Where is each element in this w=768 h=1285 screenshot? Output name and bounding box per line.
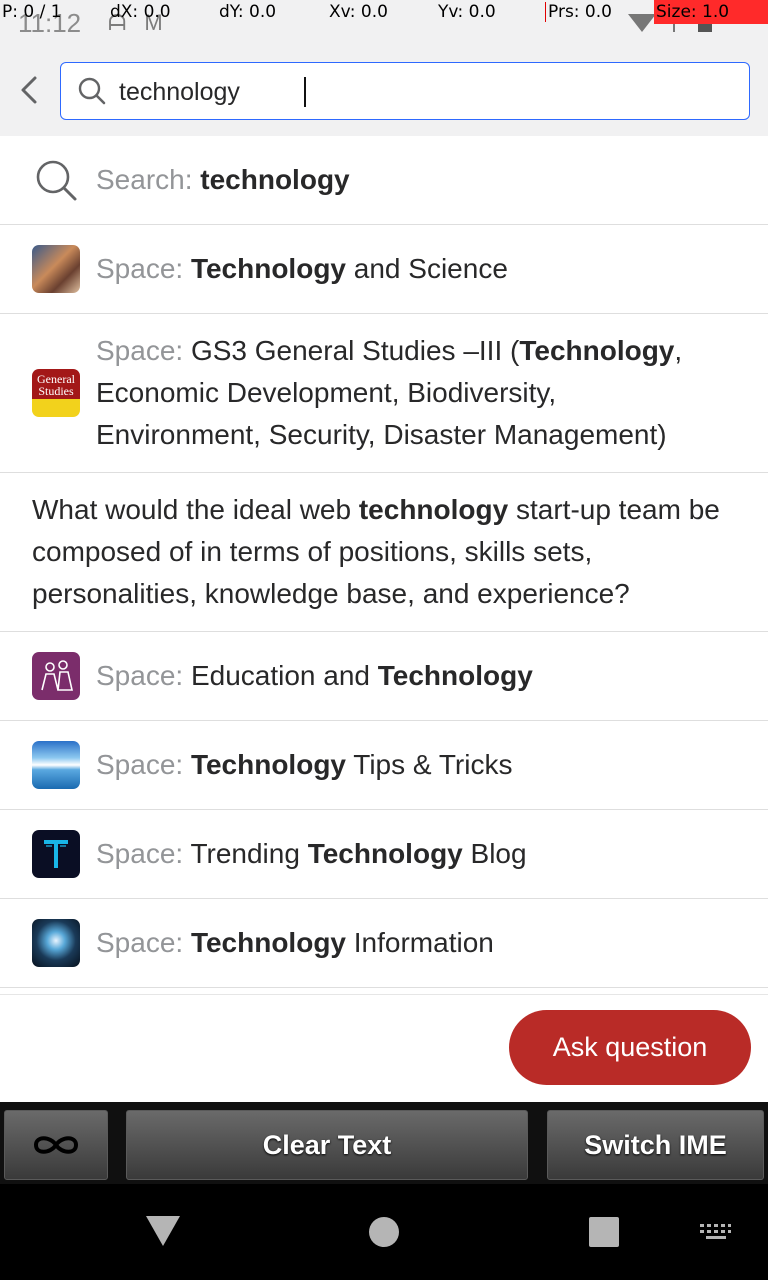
result-text: Space: Technology Tips & Tricks <box>96 744 728 786</box>
overlay-dy: dY: 0.0 <box>219 2 277 22</box>
keyboard-toolbar: Clear Text Switch IME <box>0 1102 768 1184</box>
result-highlight: technology <box>200 164 350 195</box>
result-text: Space: GS3 General Studies –III (Technol… <box>96 330 728 456</box>
result-highlight: Technology <box>519 335 675 366</box>
overlay-size: Size: 1.0 <box>654 0 768 24</box>
result-space-technology-information[interactable]: Space: Technology Information <box>0 899 768 988</box>
result-highlight: Technology <box>190 253 346 284</box>
search-header <box>0 40 768 136</box>
result-text: Space: Technology and Science <box>96 248 728 290</box>
result-prefix: Space: <box>96 838 191 869</box>
result-text: Search: technology <box>96 159 728 201</box>
result-space-trending-blog[interactable]: Space: Trending Technology Blog <box>0 810 768 899</box>
result-part: Trending <box>190 838 308 869</box>
result-prefix: Search: <box>96 164 201 195</box>
divider <box>0 994 768 995</box>
result-text: Space: Trending Technology Blog <box>96 833 728 875</box>
text-caret <box>304 77 306 107</box>
pointer-overlay: P: 0 / 1 dX: 0.0 dY: 0.0 Xv: 0.0 Yv: 0.0… <box>0 0 768 26</box>
question-text: What would the ideal web technology star… <box>32 489 728 615</box>
result-rest: and Science <box>346 253 508 284</box>
back-button[interactable] <box>14 74 46 106</box>
result-space-technology-science[interactable]: Space: Technology and Science <box>0 225 768 314</box>
result-rest: Information <box>346 927 494 958</box>
space-avatar-icon <box>32 245 80 293</box>
result-search-query[interactable]: Search: technology <box>0 136 768 225</box>
overlay-p: P: 0 / 1 <box>2 2 62 22</box>
result-highlight: Technology <box>190 749 346 780</box>
results-list: Search: technology Space: Technology and… <box>0 136 768 988</box>
infinity-button[interactable] <box>4 1110 108 1180</box>
result-highlight: technology <box>358 494 509 525</box>
clear-text-button[interactable]: Clear Text <box>126 1110 528 1180</box>
search-icon <box>36 160 77 201</box>
result-highlight: Technology <box>190 927 346 958</box>
switch-ime-button[interactable]: Switch IME <box>547 1110 764 1180</box>
navigation-bar <box>0 1184 768 1280</box>
result-space-tips-tricks[interactable]: Space: Technology Tips & Tricks <box>0 721 768 810</box>
result-part: GS3 General Studies –III ( <box>190 335 520 366</box>
tech-image-icon <box>32 919 80 967</box>
overlay-prs: Prs: 0.0 <box>545 2 612 22</box>
result-highlight: Technology <box>377 660 533 691</box>
result-space-education-technology[interactable]: Space: Education and Technology <box>0 632 768 721</box>
overlay-xv: Xv: 0.0 <box>329 2 388 22</box>
book-cover-icon: General Studies <box>32 369 80 417</box>
recents-nav-icon <box>589 1217 619 1247</box>
result-part: Blog <box>462 838 527 869</box>
result-prefix: Space: <box>96 749 191 780</box>
overlay-dx: dX: 0.0 <box>110 2 171 22</box>
search-input[interactable] <box>117 71 721 113</box>
t-logo-icon <box>32 830 80 878</box>
result-highlight: Technology <box>307 838 463 869</box>
ask-question-button[interactable]: Ask question <box>509 1010 751 1085</box>
overlay-yv: Yv: 0.0 <box>438 2 496 22</box>
result-part: Education and <box>190 660 378 691</box>
result-prefix: Space: <box>96 253 191 284</box>
home-nav-icon <box>369 1217 399 1247</box>
search-box[interactable] <box>60 62 750 120</box>
infinity-icon <box>33 1136 79 1154</box>
people-icon <box>32 652 80 700</box>
result-prefix: Space: <box>96 660 191 691</box>
result-text: Space: Technology Information <box>96 922 728 964</box>
result-rest: Tips & Tricks <box>346 749 513 780</box>
result-prefix: Space: <box>96 927 191 958</box>
landscape-icon <box>32 741 80 789</box>
result-space-gs3[interactable]: General Studies Space: GS3 General Studi… <box>0 314 768 473</box>
back-arrow-icon <box>21 76 37 104</box>
result-question[interactable]: What would the ideal web technology star… <box>0 473 768 632</box>
result-part: What would the ideal web <box>32 494 359 525</box>
book-cover-text: General Studies <box>37 372 75 398</box>
result-prefix: Space: <box>96 335 191 366</box>
keyboard-nav-icon <box>700 1224 731 1239</box>
search-icon <box>78 77 106 105</box>
back-nav-icon <box>146 1216 180 1246</box>
result-text: Space: Education and Technology <box>96 655 728 697</box>
